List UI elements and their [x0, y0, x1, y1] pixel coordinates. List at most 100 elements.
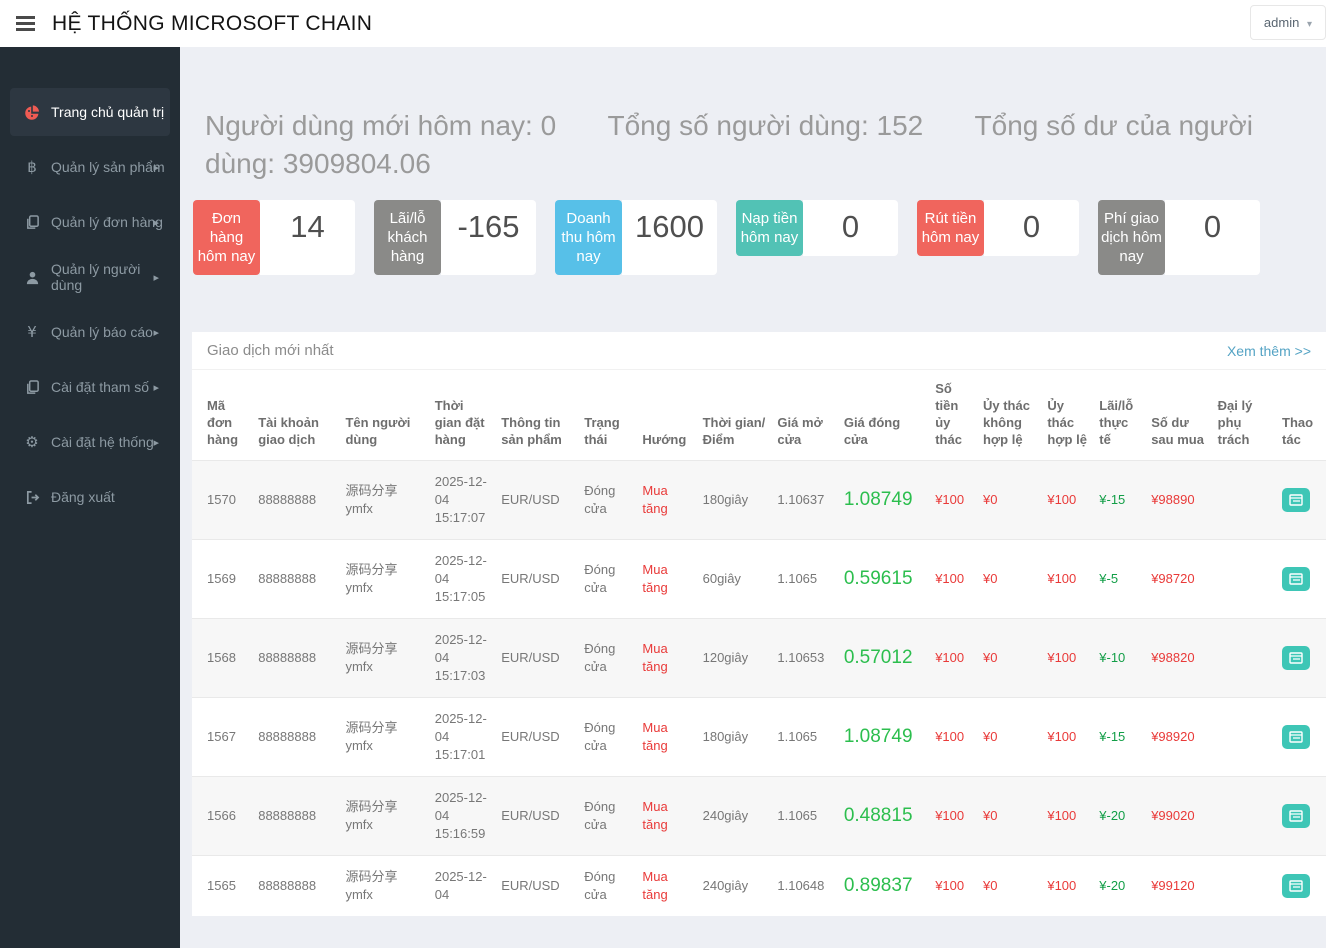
cell-open-price: 1.10653 [771, 619, 837, 698]
cell-username: 源码分享 ymfx [339, 540, 428, 619]
cell-period: 240giây [697, 777, 772, 856]
cell-balance-after: ¥98890 [1145, 461, 1211, 540]
col-account: Tài khoản giao dịch [252, 370, 339, 461]
sidebar-item-system-settings[interactable]: ⚙ Cài đặt hệ thống ▸ [10, 418, 170, 466]
cell-open-price: 1.1065 [771, 698, 837, 777]
cell-actual-pl: ¥-20 [1093, 777, 1145, 856]
stat-card-value: 0 [984, 200, 1079, 256]
cell-direction: Mua tăng [636, 540, 696, 619]
cell-entrust-amount: ¥100 [929, 619, 977, 698]
cell-order-id: 1566 [192, 777, 252, 856]
row-action-button[interactable] [1282, 567, 1310, 591]
stat-card-value: 1600 [622, 200, 717, 275]
cell-period: 180giây [697, 461, 772, 540]
cell-status: Đóng cửa [578, 540, 636, 619]
col-direction: Hướng [636, 370, 696, 461]
col-order-id: Mã đơn hàng [192, 370, 252, 461]
stat-card-label: Rút tiền hôm nay [917, 200, 984, 256]
cell-valid-entrust: ¥100 [1041, 777, 1093, 856]
bitcoin-icon: ฿ [22, 158, 42, 176]
sidebar-item-reports[interactable]: ¥ Quản lý báo cáo ▸ [10, 308, 170, 356]
col-agent: Đại lý phụ trách [1212, 370, 1276, 461]
stat-card-value: 14 [260, 200, 355, 275]
dashboard-icon [22, 103, 42, 121]
cell-balance-after: ¥98720 [1145, 540, 1211, 619]
cell-order-id: 1567 [192, 698, 252, 777]
stat-card-label: Nạp tiền hôm nay [736, 200, 803, 256]
sidebar-item-logout[interactable]: Đăng xuất [10, 473, 170, 521]
stat-card-customer-pl: Lãi/lỗ khách hàng -165 [374, 200, 536, 275]
cell-close-price: 0.59615 [838, 540, 929, 619]
table-row: 1570 88888888 源码分享 ymfx 2025-12-04 15:17… [192, 461, 1326, 540]
cell-order-time: 2025-12-04 15:17:01 [429, 698, 495, 777]
cell-account: 88888888 [252, 461, 339, 540]
col-close-price: Giá đóng cửa [838, 370, 929, 461]
cell-invalid-entrust: ¥0 [977, 619, 1041, 698]
sidebar-item-users[interactable]: Quản lý người dùng ▸ [10, 253, 170, 301]
row-action-button[interactable] [1282, 646, 1310, 670]
cell-actual-pl: ¥-10 [1093, 619, 1145, 698]
gears-icon: ⚙ [22, 433, 42, 451]
cell-open-price: 1.10637 [771, 461, 837, 540]
sidebar: Trang chủ quản trị ฿ Quản lý sản phẩm ▸ … [0, 47, 180, 948]
sidebar-item-products[interactable]: ฿ Quản lý sản phẩm ▸ [10, 143, 170, 191]
cell-balance-after: ¥99120 [1145, 856, 1211, 917]
cell-entrust-amount: ¥100 [929, 698, 977, 777]
row-action-button[interactable] [1282, 804, 1310, 828]
col-balance-after: Số dư sau mua [1145, 370, 1211, 461]
see-more-link[interactable]: Xem thêm >> [1227, 343, 1311, 359]
summary-stats: Người dùng mới hôm nay: 0 Tổng số người … [205, 107, 1285, 183]
cell-account: 88888888 [252, 777, 339, 856]
cell-product: EUR/USD [495, 856, 578, 917]
cell-entrust-amount: ¥100 [929, 461, 977, 540]
cell-direction: Mua tăng [636, 856, 696, 917]
transactions-table: Mã đơn hàng Tài khoản giao dịch Tên ngườ… [192, 370, 1326, 916]
cell-agent [1212, 540, 1276, 619]
table-row: 1565 88888888 源码分享 ymfx 2025-12-04 EUR/U… [192, 856, 1326, 917]
row-action-button[interactable] [1282, 488, 1310, 512]
cell-invalid-entrust: ¥0 [977, 856, 1041, 917]
cell-status: Đóng cửa [578, 777, 636, 856]
chevron-right-icon: ▸ [153, 381, 159, 394]
cell-order-id: 1565 [192, 856, 252, 917]
stat-card-deposits-today: Nạp tiền hôm nay 0 [736, 200, 898, 256]
stat-new-users-today: Người dùng mới hôm nay: 0 [205, 110, 556, 141]
sidebar-toggle-icon[interactable] [16, 13, 36, 34]
cell-status: Đóng cửa [578, 461, 636, 540]
col-status: Trạng thái [578, 370, 636, 461]
sidebar-item-parameters[interactable]: Cài đặt tham số ▸ [10, 363, 170, 411]
sidebar-item-dashboard[interactable]: Trang chủ quản trị [10, 88, 170, 136]
cell-direction: Mua tăng [636, 698, 696, 777]
col-order-time: Thời gian đặt hàng [429, 370, 495, 461]
row-action-button[interactable] [1282, 725, 1310, 749]
col-valid-entrust: Ủy thác hợp lệ [1041, 370, 1093, 461]
cell-agent [1212, 698, 1276, 777]
cell-username: 源码分享 ymfx [339, 698, 428, 777]
table-row: 1567 88888888 源码分享 ymfx 2025-12-04 15:17… [192, 698, 1326, 777]
user-menu-button[interactable]: admin ▾ [1250, 5, 1326, 40]
cell-valid-entrust: ¥100 [1041, 619, 1093, 698]
cell-status: Đóng cửa [578, 698, 636, 777]
cell-username: 源码分享 ymfx [339, 461, 428, 540]
cell-valid-entrust: ¥100 [1041, 856, 1093, 917]
cell-direction: Mua tăng [636, 619, 696, 698]
stat-total-users: Tổng số người dùng: 152 [607, 110, 923, 141]
cell-close-price: 0.89837 [838, 856, 929, 917]
chevron-right-icon: ▸ [153, 161, 159, 174]
cell-agent [1212, 856, 1276, 917]
cell-close-price: 0.57012 [838, 619, 929, 698]
sidebar-item-label: Quản lý đơn hàng [51, 214, 163, 230]
sidebar-item-label: Cài đặt tham số [51, 379, 149, 395]
cell-status: Đóng cửa [578, 619, 636, 698]
sidebar-item-orders[interactable]: Quản lý đơn hàng ▸ [10, 198, 170, 246]
sidebar-item-label: Cài đặt hệ thống [51, 434, 154, 450]
chevron-right-icon: ▸ [153, 326, 159, 339]
stat-card-label: Đơn hàng hôm nay [193, 200, 260, 275]
cell-balance-after: ¥99020 [1145, 777, 1211, 856]
cell-period: 180giây [697, 698, 772, 777]
yen-icon: ¥ [22, 323, 42, 341]
col-actions: Thao tác [1276, 370, 1326, 461]
chevron-right-icon: ▸ [153, 436, 159, 449]
stat-card-label: Lãi/lỗ khách hàng [374, 200, 441, 275]
row-action-button[interactable] [1282, 874, 1310, 898]
